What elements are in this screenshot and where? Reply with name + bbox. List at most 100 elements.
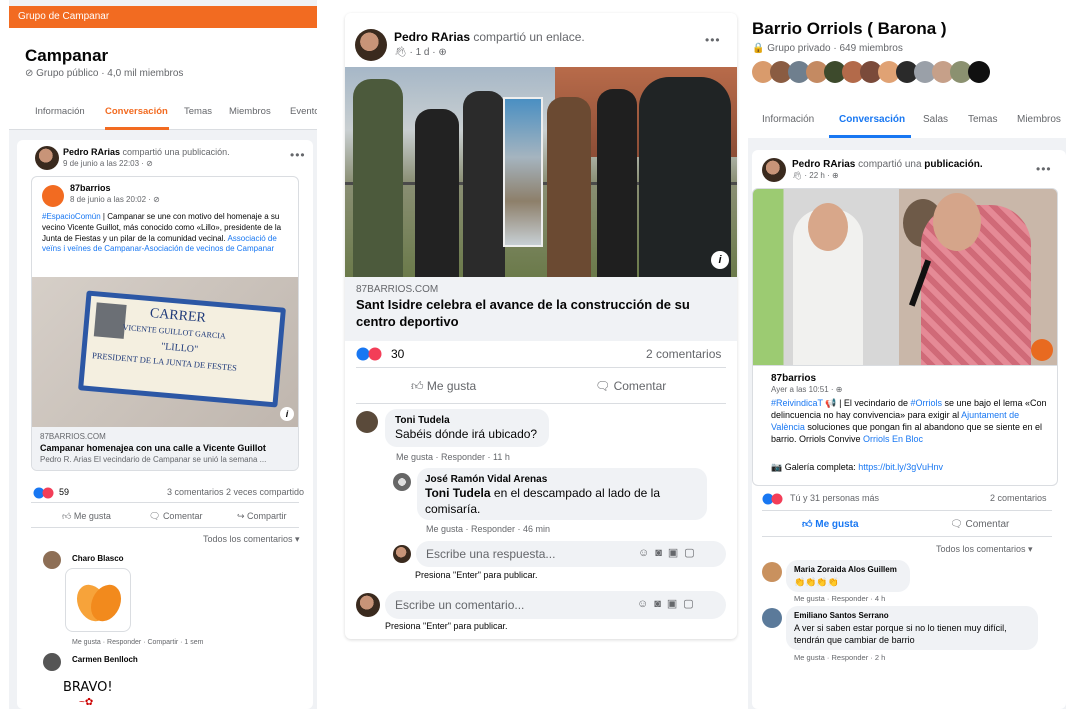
my-avatar xyxy=(393,545,411,563)
reply-actions[interactable]: Me gusta · Responder · 46 min xyxy=(426,524,550,536)
tab-salas[interactable]: Salas xyxy=(923,114,948,125)
reaction-icons[interactable] xyxy=(762,493,786,505)
author-avatar[interactable] xyxy=(355,29,387,61)
comment-icon: 🗨︎ xyxy=(595,379,614,393)
tab-temas[interactable]: Temas xyxy=(968,114,997,125)
comment-button[interactable]: 🗨︎ Comentar xyxy=(950,518,1009,531)
composer-icons[interactable]: ☺◙▣▢ xyxy=(638,546,701,560)
comment-author[interactable]: Charo Blasco xyxy=(72,554,124,564)
shared-author[interactable]: 87barrios xyxy=(70,183,111,195)
gallery-label: 📷 Galería completa: xyxy=(771,462,859,472)
more-options-icon[interactable]: ••• xyxy=(1036,162,1052,176)
post-action: compartió una xyxy=(855,159,925,170)
group-header-bar[interactable]: Grupo de Campanar xyxy=(9,6,317,28)
composer-icons[interactable]: ☺◙▣▢ xyxy=(637,597,700,611)
comment-button[interactable]: 🗨︎ Comentar xyxy=(595,379,666,395)
hashtag-link[interactable]: #ReivindicaT xyxy=(771,398,823,408)
author-avatar[interactable] xyxy=(35,146,59,170)
reaction-icons[interactable] xyxy=(356,347,384,361)
reaction-icons[interactable] xyxy=(33,487,57,499)
tab-informacion[interactable]: Información xyxy=(762,114,814,125)
more-options-icon[interactable]: ••• xyxy=(290,148,306,162)
link-preview[interactable]: 87BARRIOS.COM Sant Isidre celebra el ava… xyxy=(345,277,737,341)
reaction-count[interactable]: 59 xyxy=(59,487,69,499)
comment-author[interactable]: Carmen Benlloch xyxy=(72,655,138,665)
post-author[interactable]: Pedro RArias xyxy=(792,159,855,170)
like-button[interactable]: 👍︎ Me gusta xyxy=(411,379,476,395)
reaction-summary[interactable]: Tú y 31 personas más xyxy=(790,493,879,505)
commenter-avatar[interactable] xyxy=(762,608,782,628)
person xyxy=(547,97,591,277)
mention-link[interactable]: Orriols En Bloc xyxy=(863,434,923,444)
like-love-icon xyxy=(356,347,382,361)
info-icon[interactable]: i xyxy=(280,407,294,421)
post-time[interactable]: 9 de junio a las 22:03 · ⊘ xyxy=(63,159,153,169)
more-options-icon[interactable]: ••• xyxy=(705,33,721,47)
commenter-avatar[interactable] xyxy=(393,473,411,491)
link-preview[interactable]: 87BARRIOS.COM Campanar homenajea con una… xyxy=(32,427,298,470)
87barrios-avatar[interactable] xyxy=(42,185,64,207)
thumb-icon: 👍︎ xyxy=(411,379,427,393)
shared-link-post-panel: Pedro RArias compartió un enlace. 👋︎ · 1… xyxy=(345,13,737,639)
tab-miembros[interactable]: Miembros xyxy=(229,106,271,117)
sign-line-4: PRESIDENT DE LA JUNTA DE FESTES xyxy=(91,350,238,373)
commenter-avatar[interactable] xyxy=(43,653,61,671)
author-avatar[interactable] xyxy=(762,158,786,182)
tab-miembros[interactable]: Miembros xyxy=(1017,114,1061,125)
info-icon[interactable]: i xyxy=(711,251,729,269)
post-card: Pedro RArias compartió una publicación. … xyxy=(752,150,1066,709)
comments-count[interactable]: 2 comentarios xyxy=(646,347,721,363)
reply-input[interactable]: Escribe una respuesta... ☺◙▣▢ xyxy=(416,541,726,567)
reaction-count[interactable]: 30 xyxy=(391,347,404,363)
post-author[interactable]: Pedro RArias xyxy=(63,147,120,157)
comment-author[interactable]: Maria Zoraida Alos Guillem xyxy=(794,565,897,575)
like-button[interactable]: 👍︎ Me gusta xyxy=(62,511,111,523)
all-comments-filter[interactable]: Todos los comentarios ▾ xyxy=(936,544,1033,556)
reply-mention[interactable]: Toni Tudela xyxy=(425,486,491,500)
group-subtitle: 🔒 Grupo privado · 649 miembros xyxy=(752,43,903,54)
post-stats[interactable]: 3 comentarios 2 veces compartido xyxy=(167,487,304,499)
comment-actions[interactable]: Me gusta · Responder · 4 h xyxy=(794,594,885,604)
comment-actions[interactable]: Me gusta · Responder · Compartir · 1 sem xyxy=(72,638,204,647)
member-avatar[interactable] xyxy=(968,61,990,83)
all-comments-filter[interactable]: Todos los comentarios ▾ xyxy=(203,534,300,546)
post-time[interactable]: · 1 d · ⊕ xyxy=(409,47,446,58)
tab-conversacion[interactable]: Conversación xyxy=(839,114,905,125)
shared-time[interactable]: Ayer a las 10:51 · ⊕ xyxy=(771,385,842,395)
commenter-avatar[interactable] xyxy=(762,562,782,582)
like-button[interactable]: 👍︎ Me gusta xyxy=(802,518,859,531)
hashtag-link[interactable]: #EspacioComún xyxy=(42,212,101,221)
shared-author[interactable]: 87barrios xyxy=(771,372,816,385)
person xyxy=(353,79,403,277)
comment-button[interactable]: 🗨︎ Comentar xyxy=(149,511,202,523)
tab-conversacion[interactable]: Conversación xyxy=(105,106,168,117)
street-sign: CARRER VICENTE GUILLOT GARCIA "LILLO" PR… xyxy=(78,290,286,408)
protest-photo[interactable] xyxy=(752,188,1058,366)
post-action-link[interactable]: publicación. xyxy=(924,159,982,170)
comment-actions[interactable]: Me gusta · Responder · 2 h xyxy=(794,653,885,663)
hashtag-link[interactable]: #Orriols xyxy=(910,398,942,408)
shared-time[interactable]: 8 de junio a las 20:02 · ⊘ xyxy=(70,195,160,205)
group-title: Barrio Orriols ( Barona ) xyxy=(752,19,947,38)
reply-author[interactable]: José Ramón Vidal Arenas xyxy=(425,473,547,486)
member-avatars[interactable] xyxy=(752,61,1017,85)
commenter-avatar[interactable] xyxy=(43,551,61,569)
sticker-comment xyxy=(65,568,131,632)
comment-author[interactable]: Emiliano Santos Serrano xyxy=(794,611,889,621)
comments-count[interactable]: 2 comentarios xyxy=(990,493,1047,505)
share-button[interactable]: ↪ Compartir xyxy=(237,511,287,523)
comment-actions[interactable]: Me gusta · Responder · 11 h xyxy=(396,452,510,464)
tab-eventos[interactable]: Evento xyxy=(290,106,317,117)
comment-author[interactable]: Toni Tudela xyxy=(395,414,450,427)
group-photo[interactable]: i xyxy=(345,67,737,277)
commenter-avatar[interactable] xyxy=(356,411,378,433)
street-sign-photo[interactable]: CARRER VICENTE GUILLOT GARCIA "LILLO" PR… xyxy=(32,277,298,427)
post-author[interactable]: Pedro RArias xyxy=(394,30,470,44)
comment-input[interactable]: Escribe un comentario... ☺◙▣▢ xyxy=(385,591,726,619)
post-time[interactable]: · 22 h · ⊕ xyxy=(804,171,838,180)
tab-informacion[interactable]: Información xyxy=(35,106,85,117)
divider xyxy=(762,510,1052,511)
person xyxy=(463,91,505,277)
gallery-link[interactable]: https://bit.ly/3gVuHnv xyxy=(858,462,943,472)
tab-temas[interactable]: Temas xyxy=(184,106,212,117)
